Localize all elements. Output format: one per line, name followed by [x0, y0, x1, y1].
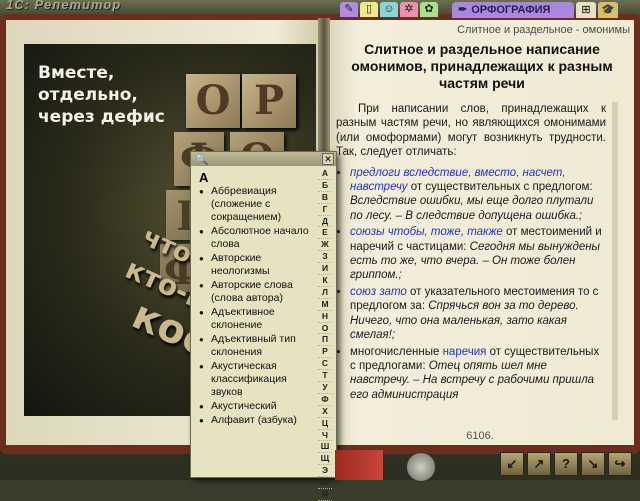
- index-entry[interactable]: Адъективный тип склонения: [199, 333, 313, 359]
- index-entry[interactable]: Абсолютное начало слова: [199, 225, 313, 251]
- index-letter: А: [199, 170, 209, 185]
- alphabet-letter[interactable]: П: [318, 334, 332, 347]
- tab-strip: ✎ ▯ ☺ ✲ ✿: [340, 2, 438, 18]
- index-entry[interactable]: Адъективное склонение: [199, 306, 313, 332]
- index-entry[interactable]: Алфавит (азбука): [199, 414, 313, 427]
- notebook-icon[interactable]: ▯: [360, 2, 378, 17]
- help-button[interactable]: ?: [554, 452, 578, 476]
- alphabet-letter[interactable]: Н: [318, 311, 332, 323]
- flower-icon[interactable]: ✿: [420, 2, 438, 17]
- index-list: Аббревиация (сложение с сокращением)Абсо…: [199, 185, 313, 428]
- article-body: При написании слов, принадлежащих к разн…: [336, 102, 606, 424]
- alphabet-letter[interactable]: Б: [318, 180, 332, 192]
- index-entry[interactable]: Авторские слова (слова автора): [199, 279, 313, 305]
- pen-icon: ✒: [458, 4, 468, 16]
- index-popup: 🔍 ✕ А Аббревиация (сложение с сокращение…: [190, 151, 337, 501]
- people-icon[interactable]: ☺: [380, 2, 398, 17]
- index-entry[interactable]: Аббревиация (сложение с сокращением): [199, 185, 313, 224]
- alphabet-letter[interactable]: О: [318, 323, 332, 335]
- letter-block: О: [186, 74, 240, 128]
- alphabet-letter[interactable]: Ж: [318, 239, 332, 252]
- alphabet-letter[interactable]: Ц: [318, 418, 332, 430]
- alphabet-letter[interactable]: З: [318, 251, 332, 264]
- alphabet-letter[interactable]: Ч: [318, 430, 332, 442]
- index-entry[interactable]: Акустический: [199, 400, 313, 413]
- alphabet-letter[interactable]: Р: [318, 346, 332, 359]
- list-item: союз зато от указательного местоимения т…: [350, 285, 606, 343]
- alphabet-letter[interactable]: И: [318, 263, 332, 276]
- alphabet-letter[interactable]: У: [318, 382, 332, 394]
- list-item: предлоги вследствие, вместо, насчет, нав…: [350, 166, 606, 224]
- close-icon[interactable]: ✕: [322, 153, 334, 165]
- app-title: 1C: Репетитор: [6, 0, 122, 12]
- page-title: Слитное и раздельное написание омонимов,…: [351, 41, 613, 91]
- tab-orthography[interactable]: ✒ ОРФОГРАФИЯ: [452, 2, 574, 18]
- intro-paragraph: При написании слов, принадлежащих к разн…: [336, 103, 606, 159]
- back-button[interactable]: ↙: [500, 452, 524, 476]
- item-text: от существительных с предлогом:: [407, 181, 593, 194]
- term-link[interactable]: союз зато: [350, 286, 407, 298]
- list-item: многочисленные наречия от существительны…: [350, 345, 606, 403]
- grid-icon[interactable]: ⊞: [576, 2, 596, 18]
- alphabet-letter[interactable]: М: [318, 299, 332, 311]
- dial-knob[interactable]: [406, 452, 436, 482]
- alphabet-letter[interactable]: Э: [318, 465, 332, 478]
- alphabet-letter[interactable]: Ш: [318, 441, 332, 454]
- alphabet-letter[interactable]: Щ: [318, 453, 332, 466]
- alphabet-letter[interactable]: Г: [318, 204, 332, 216]
- term-link[interactable]: союзы чтобы, тоже, также: [350, 226, 503, 238]
- term-link[interactable]: наречия: [443, 346, 487, 358]
- sun-icon[interactable]: ✲: [400, 2, 418, 17]
- letter-block: Р: [242, 74, 296, 128]
- bookmark-ribbon: [335, 450, 383, 480]
- item-example: Вследствие ошибки, мы еще долго плутали …: [350, 195, 594, 222]
- alphabet-letter[interactable]: Ю: [318, 477, 332, 490]
- alphabet-letter[interactable]: В: [318, 192, 332, 204]
- alphabet-letter[interactable]: Т: [318, 370, 332, 383]
- alphabet-bar: АБВГДЕЖЗИКЛМНОПРСТУФХЦЧШЩЭЮЯ: [318, 168, 332, 501]
- article-scrollbar[interactable]: [612, 102, 618, 420]
- tab-label: ОРФОГРАФИЯ: [471, 4, 551, 16]
- next-button[interactable]: ↘: [581, 452, 605, 476]
- search-icon[interactable]: 🔍: [195, 153, 209, 166]
- nav-bar: ↙ ↗? ↘ ↪: [500, 452, 632, 476]
- graduation-cap-icon[interactable]: 🎓: [598, 2, 618, 18]
- page-number: 6106.: [466, 430, 494, 442]
- forward-button[interactable]: ↗: [527, 452, 551, 476]
- alphabet-letter[interactable]: А: [318, 168, 332, 180]
- alphabet-letter[interactable]: Е: [318, 227, 332, 240]
- index-entry[interactable]: Акустическая классификация звуков: [199, 360, 313, 399]
- item-text: многочисленные: [350, 345, 443, 358]
- alphabet-letter[interactable]: С: [318, 358, 332, 371]
- running-head: Слитное и раздельное - омонимы: [457, 24, 630, 36]
- rule-list: предлоги вследствие, вместо, насчет, нав…: [336, 166, 606, 403]
- alphabet-letter[interactable]: Л: [318, 287, 332, 299]
- alphabet-letter[interactable]: Я: [318, 489, 332, 501]
- alphabet-letter[interactable]: К: [318, 275, 332, 287]
- exit-button[interactable]: ↪: [608, 452, 632, 476]
- cover-slogan: Вместе, отдельно, через дефис: [38, 63, 165, 127]
- popup-header: 🔍 ✕: [191, 152, 336, 166]
- index-entry[interactable]: Авторские неологизмы: [199, 252, 313, 278]
- list-item: союзы чтобы, тоже, также от местоимений …: [350, 225, 606, 283]
- alphabet-letter[interactable]: Д: [318, 216, 332, 228]
- alphabet-letter[interactable]: Х: [318, 406, 332, 418]
- alphabet-letter[interactable]: Ф: [318, 394, 332, 406]
- book-icon[interactable]: ✎: [340, 2, 358, 17]
